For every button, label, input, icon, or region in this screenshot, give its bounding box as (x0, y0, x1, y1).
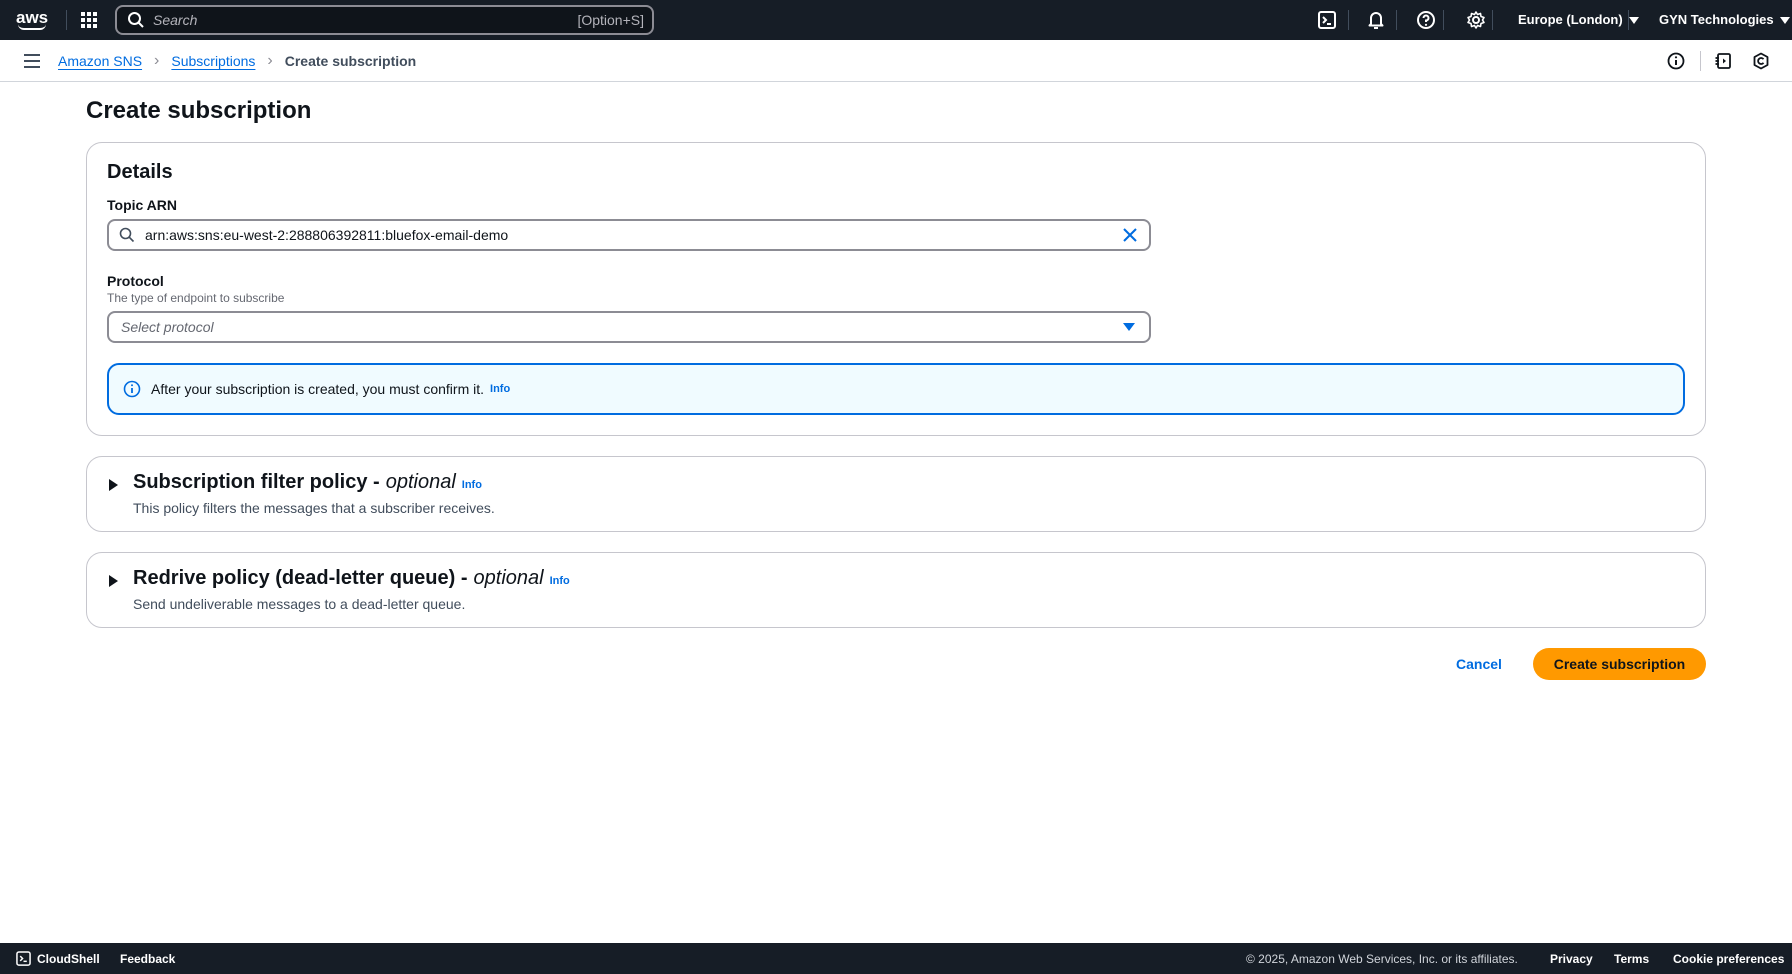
section-title: Subscription filter policy - optional In… (133, 471, 482, 494)
subscription-filter-policy-section[interactable]: Subscription filter policy - optional In… (86, 456, 1706, 532)
settings-icon[interactable] (1466, 10, 1486, 30)
hexagon-icon[interactable] (1752, 52, 1770, 70)
chevron-right-icon: › (154, 52, 160, 69)
footer-terms-link[interactable]: Terms (1614, 952, 1649, 966)
breadcrumb-subscriptions[interactable]: Subscriptions (171, 53, 255, 69)
info-icon (123, 380, 141, 398)
footer-cloudshell-link[interactable]: CloudShell (37, 952, 100, 966)
section-description: This policy filters the messages that a … (133, 500, 495, 516)
alert-text: After your subscription is created, you … (151, 381, 485, 397)
nav-divider (1396, 10, 1397, 30)
info-alert: After your subscription is created, you … (107, 363, 1685, 415)
chevron-right-icon: › (267, 52, 273, 69)
menu-icon[interactable] (24, 54, 40, 68)
breadcrumb: Amazon SNS › Subscriptions › Create subs… (58, 52, 416, 70)
footer: CloudShell Feedback © 2025, Amazon Web S… (0, 943, 1792, 974)
cancel-button[interactable]: Cancel (1456, 656, 1502, 672)
topic-arn-value: arn:aws:sns:eu-west-2:288806392811:bluef… (145, 227, 509, 243)
caret-down-icon (1123, 323, 1135, 331)
region-selector[interactable]: Europe (London) (1518, 12, 1639, 27)
help-icon[interactable] (1416, 10, 1436, 30)
cloudshell-icon (16, 951, 31, 966)
info-link[interactable]: Info (462, 479, 482, 491)
account-label: GYN Technologies (1659, 12, 1774, 27)
clear-icon[interactable] (1121, 226, 1139, 244)
section-description: Send undeliverable messages to a dead-le… (133, 596, 466, 612)
details-container: Details Topic ARN arn:aws:sns:eu-west-2:… (86, 142, 1706, 436)
protocol-label: Protocol (107, 273, 164, 289)
aws-logo-smile (18, 24, 46, 30)
breadcrumb-amazon-sns[interactable]: Amazon SNS (58, 53, 142, 69)
info-link[interactable]: Info (550, 575, 570, 587)
nav-divider (1492, 10, 1493, 30)
toolbar-divider (1700, 51, 1701, 71)
optional-label: optional (385, 471, 456, 493)
nav-divider (1628, 10, 1629, 30)
region-label: Europe (London) (1518, 12, 1623, 27)
search-placeholder: Search (153, 12, 198, 28)
section-title: Redrive policy (dead-letter queue) - opt… (133, 567, 570, 590)
expand-caret-icon[interactable] (109, 575, 118, 587)
footer-privacy-link[interactable]: Privacy (1550, 952, 1593, 966)
expand-caret-icon[interactable] (109, 479, 118, 491)
search-icon (128, 12, 144, 28)
alert-info-link[interactable]: Info (490, 383, 510, 395)
search-input[interactable]: Search [Option+S] (115, 5, 654, 35)
top-navigation: aws Search [Option+S] Europe (London) GY… (0, 0, 1792, 40)
page-title: Create subscription (86, 97, 312, 124)
nav-divider (1348, 10, 1349, 30)
caret-down-icon (1628, 17, 1639, 25)
breadcrumb-current: Create subscription (284, 53, 417, 69)
nav-divider (66, 10, 67, 30)
redrive-policy-section[interactable]: Redrive policy (dead-letter queue) - opt… (86, 552, 1706, 628)
info-panel-icon[interactable] (1667, 52, 1685, 70)
optional-label: optional (473, 567, 544, 589)
section-title-text: Redrive policy (dead-letter queue) - (133, 567, 468, 589)
footer-feedback-link[interactable]: Feedback (120, 952, 175, 966)
account-menu[interactable]: GYN Technologies (1659, 12, 1790, 27)
footer-cookie-preferences-link[interactable]: Cookie preferences (1673, 952, 1784, 966)
create-subscription-button[interactable]: Create subscription (1533, 648, 1706, 680)
protocol-description: The type of endpoint to subscribe (107, 291, 285, 305)
section-title-text: Subscription filter policy - (133, 471, 380, 493)
aws-logo[interactable]: aws (16, 8, 50, 32)
search-icon (119, 227, 135, 243)
services-menu-icon[interactable] (81, 12, 97, 28)
search-shortcut: [Option+S] (577, 12, 644, 28)
details-heading: Details (107, 161, 173, 183)
notifications-icon[interactable] (1366, 10, 1386, 30)
topic-arn-label: Topic ARN (107, 197, 177, 213)
breadcrumb-bar: Amazon SNS › Subscriptions › Create subs… (0, 40, 1792, 82)
notes-icon[interactable] (1714, 52, 1732, 70)
nav-divider (1443, 10, 1444, 30)
topic-arn-field[interactable]: arn:aws:sns:eu-west-2:288806392811:bluef… (107, 219, 1151, 251)
cloudshell-icon[interactable] (1317, 10, 1337, 30)
footer-copyright: © 2025, Amazon Web Services, Inc. or its… (1246, 952, 1518, 966)
caret-down-icon (1779, 17, 1790, 25)
protocol-placeholder: Select protocol (121, 319, 214, 335)
protocol-select[interactable]: Select protocol (107, 311, 1151, 343)
